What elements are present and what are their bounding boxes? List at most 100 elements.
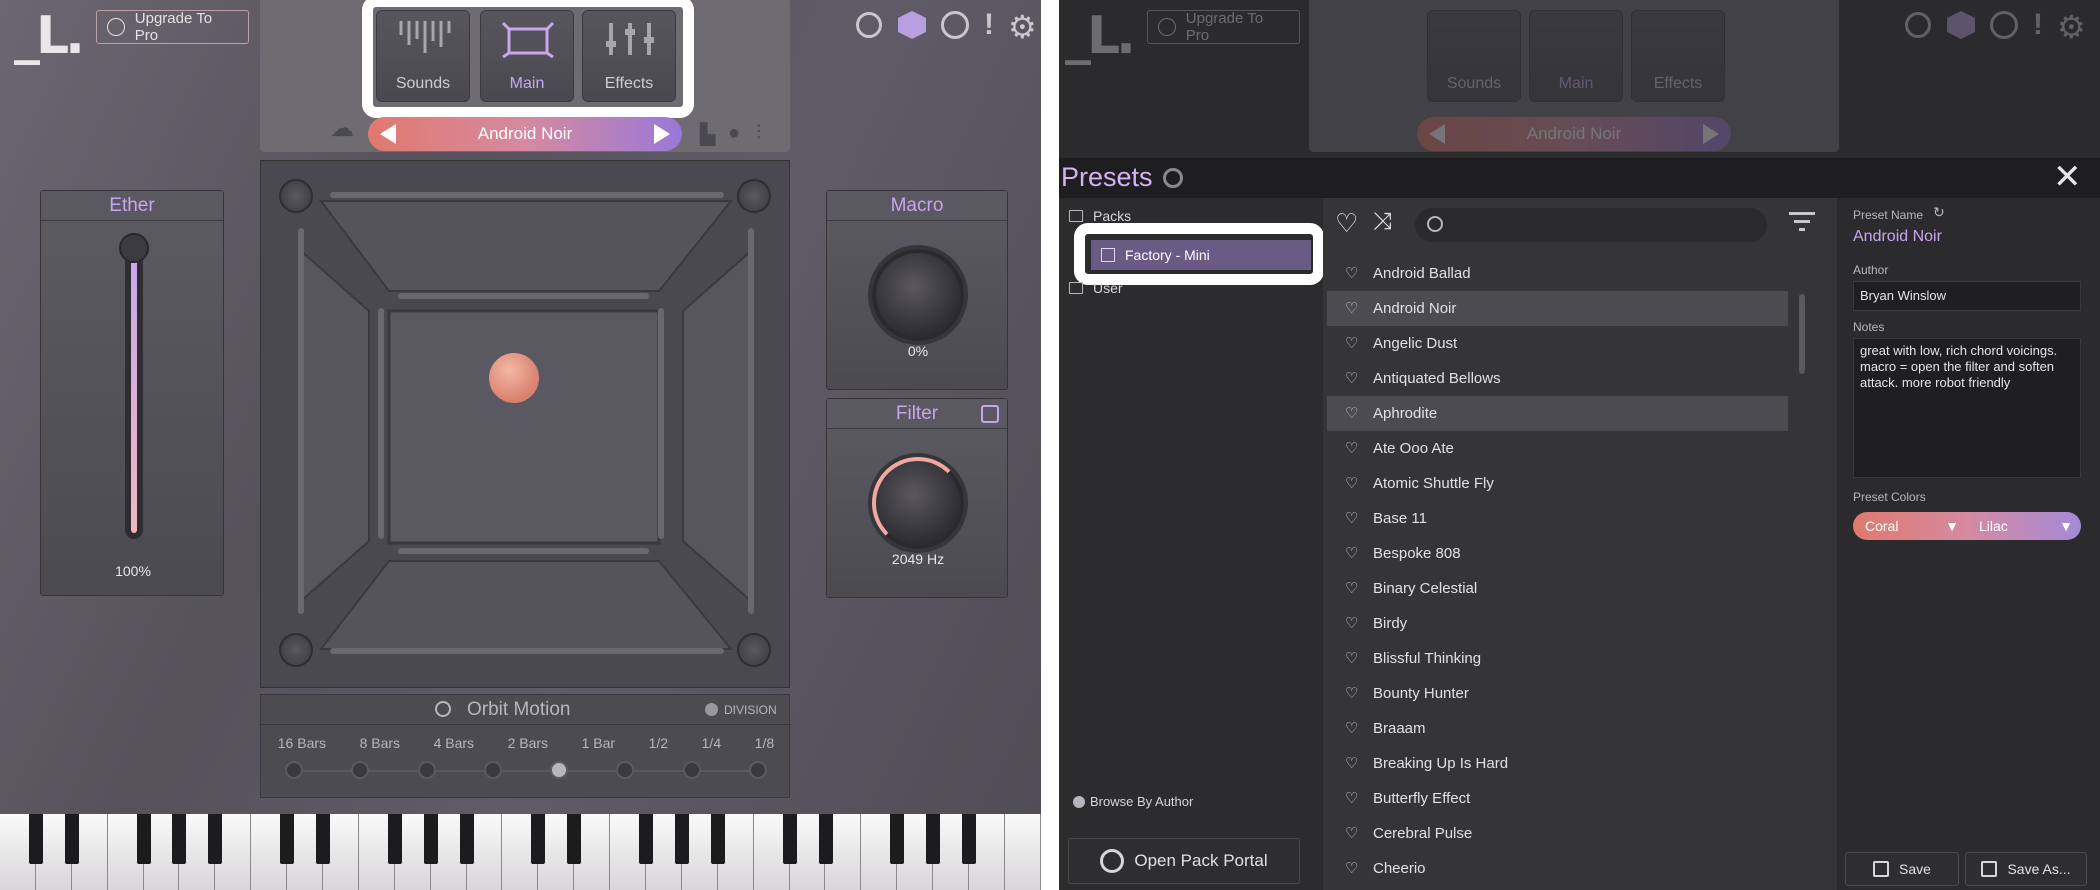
gear-icon[interactable]: ⚙	[1008, 8, 1037, 46]
tab-main-dim[interactable]: Main	[1529, 10, 1623, 102]
orbit-stage[interactable]	[260, 160, 790, 688]
orbit-ball[interactable]	[489, 353, 539, 403]
sort-icon[interactable]	[1789, 212, 1815, 231]
favorite-filter-icon[interactable]: ♡	[1335, 208, 1358, 239]
division-indicator[interactable]	[705, 703, 718, 716]
search-input[interactable]	[1415, 208, 1767, 242]
color1-select[interactable]: Coral ▼	[1853, 512, 1967, 540]
black-key[interactable]	[459, 814, 474, 864]
preset-list-item[interactable]: ♡ Ate Ooo Ate	[1327, 431, 1788, 466]
save-button[interactable]: Save	[1845, 852, 1959, 886]
reset-icon[interactable]: ↻	[1933, 204, 1945, 221]
close-icon[interactable]: ✕	[2053, 158, 2082, 196]
filter-knob[interactable]	[872, 457, 964, 549]
black-key[interactable]	[387, 814, 402, 864]
heart-icon[interactable]: ♡	[1345, 301, 1359, 316]
browse-author-toggle[interactable]	[1073, 796, 1085, 808]
sliders-icon[interactable]: ⫶	[756, 122, 761, 145]
preset-list-item[interactable]: ♡ Bounty Hunter	[1327, 676, 1788, 711]
division-dot[interactable]	[417, 761, 436, 779]
preset-list-item[interactable]: ♡ Blissful Thinking	[1327, 641, 1788, 676]
black-key[interactable]	[136, 814, 151, 864]
black-key[interactable]	[280, 814, 295, 864]
ether-slider-handle[interactable]	[119, 233, 149, 263]
upgrade-button[interactable]: Upgrade To Pro	[96, 10, 249, 44]
preset-list-item[interactable]: ♡ Android Noir	[1327, 291, 1788, 326]
shuffle-icon[interactable]: ⤨	[1373, 208, 1392, 236]
black-key[interactable]	[926, 814, 941, 864]
preset-list-item[interactable]: ♡ Angelic Dust	[1327, 326, 1788, 361]
preset-list-item[interactable]: ♡ Binary Celestial	[1327, 571, 1788, 606]
heart-icon[interactable]: ♡	[1345, 861, 1359, 876]
prev-preset-icon[interactable]	[1429, 124, 1445, 144]
division-dot[interactable]	[616, 761, 635, 779]
preset-selector-dim[interactable]: Android Noir	[1417, 117, 1731, 151]
black-key[interactable]	[890, 814, 905, 864]
prev-preset-icon[interactable]	[380, 124, 396, 144]
tree-user[interactable]: User	[1093, 280, 1123, 296]
black-key[interactable]	[962, 814, 977, 864]
heart-icon[interactable]: ♡	[1345, 266, 1359, 281]
link-icon[interactable]	[981, 405, 999, 423]
black-key[interactable]	[782, 814, 797, 864]
heart-icon[interactable]: ♡	[1345, 826, 1359, 841]
macro-knob[interactable]	[872, 249, 964, 341]
preset-list-item[interactable]: ♡ Butterfly Effect	[1327, 781, 1788, 816]
corner-handle-br[interactable]	[737, 633, 771, 667]
preset-list-item[interactable]: ♡ Base 11	[1327, 501, 1788, 536]
tab-effects-dim[interactable]: Effects	[1631, 10, 1725, 102]
heart-icon[interactable]: ♡	[1345, 651, 1359, 666]
heart-icon[interactable]: ♡	[1345, 686, 1359, 701]
orbit-icon[interactable]	[1905, 12, 1931, 38]
alert-icon[interactable]: !	[984, 8, 994, 42]
orbit-icon[interactable]	[856, 12, 882, 38]
heart-icon[interactable]: ♡	[1345, 441, 1359, 456]
author-field[interactable]: Bryan Winslow	[1853, 281, 2081, 311]
black-key[interactable]	[567, 814, 582, 864]
black-key[interactable]	[818, 814, 833, 864]
piano-keyboard[interactable]	[0, 814, 1041, 890]
globe-icon[interactable]	[941, 11, 969, 39]
refresh-icon[interactable]	[1163, 168, 1183, 188]
save-as-button[interactable]: Save As...	[1965, 852, 2087, 886]
globe-icon[interactable]	[1990, 11, 2018, 39]
brain-icon[interactable]: ●	[728, 122, 740, 145]
heart-icon[interactable]: ♡	[1345, 546, 1359, 561]
preset-selector[interactable]: Android Noir	[368, 117, 682, 151]
heart-icon[interactable]: ♡	[1345, 756, 1359, 771]
heart-icon[interactable]: ♡	[1345, 581, 1359, 596]
black-key[interactable]	[28, 814, 43, 864]
heart-icon[interactable]: ♡	[1345, 336, 1359, 351]
heart-icon[interactable]: ♡	[1345, 616, 1359, 631]
black-key[interactable]	[208, 814, 223, 864]
preset-list-item[interactable]: ♡ Bespoke 808	[1327, 536, 1788, 571]
corner-handle-bl[interactable]	[279, 633, 313, 667]
color2-select[interactable]: Lilac ▼	[1967, 512, 2081, 540]
notes-field[interactable]: great with low, rich chord voicings. mac…	[1853, 338, 2081, 478]
heart-icon[interactable]: ♡	[1345, 476, 1359, 491]
preset-list-item[interactable]: ♡ Birdy	[1327, 606, 1788, 641]
white-key[interactable]	[1004, 814, 1041, 890]
division-dot[interactable]	[483, 761, 502, 779]
next-preset-icon[interactable]	[654, 124, 670, 144]
cube-icon[interactable]	[1947, 11, 1975, 39]
heart-icon[interactable]: ♡	[1345, 511, 1359, 526]
black-key[interactable]	[675, 814, 690, 864]
corner-handle-tl[interactable]	[279, 179, 313, 213]
preset-list-item[interactable]: ♡ Braaam	[1327, 711, 1788, 746]
cube-icon[interactable]	[898, 11, 926, 39]
alert-icon[interactable]: !	[2033, 8, 2043, 42]
black-key[interactable]	[316, 814, 331, 864]
preset-list-item[interactable]: ♡ Breaking Up Is Hard	[1327, 746, 1788, 781]
black-key[interactable]	[639, 814, 654, 864]
heart-icon[interactable]: ♡	[1345, 791, 1359, 806]
corner-handle-tr[interactable]	[737, 179, 771, 213]
heart-icon[interactable]: ♡	[1345, 371, 1359, 386]
division-dot[interactable]	[682, 761, 701, 779]
preset-list-item[interactable]: ♡ Android Ballad	[1327, 256, 1788, 291]
power-icon[interactable]	[435, 701, 451, 717]
ether-slider-track[interactable]	[119, 233, 149, 539]
chart-icon[interactable]: ▙	[700, 122, 715, 147]
division-dot-selected[interactable]	[550, 761, 569, 779]
division-dot[interactable]	[351, 761, 370, 779]
